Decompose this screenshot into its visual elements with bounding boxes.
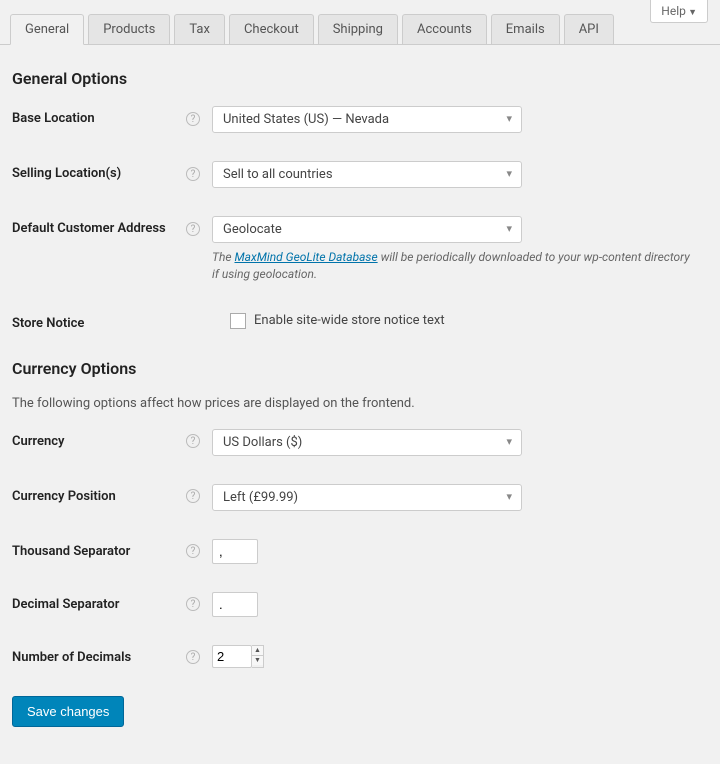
- number-of-decimals-label: Number of Decimals: [12, 650, 131, 665]
- help-tab[interactable]: Help: [650, 0, 708, 23]
- save-changes-button[interactable]: Save changes: [12, 696, 124, 727]
- maxmind-link[interactable]: MaxMind GeoLite Database: [234, 250, 377, 264]
- tab-products[interactable]: Products: [88, 14, 170, 44]
- store-notice-checkbox-label: Enable site-wide store notice text: [254, 313, 445, 328]
- currency-position-label: Currency Position: [12, 489, 116, 504]
- currency-options-description: The following options affect how prices …: [12, 396, 708, 411]
- spin-up-icon[interactable]: ▲: [252, 646, 263, 656]
- base-location-select[interactable]: United States (US) — Nevada: [212, 106, 522, 133]
- help-icon[interactable]: ?: [186, 222, 200, 236]
- decimal-separator-label: Decimal Separator: [12, 597, 119, 612]
- currency-select[interactable]: US Dollars ($): [212, 429, 522, 456]
- currency-position-select[interactable]: Left (£99.99): [212, 484, 522, 511]
- row-decimal-separator: Decimal Separator ?: [12, 592, 708, 617]
- selling-locations-select[interactable]: Sell to all countries: [212, 161, 522, 188]
- store-notice-checkbox[interactable]: [230, 313, 246, 329]
- spin-down-icon[interactable]: ▼: [252, 656, 263, 665]
- selling-locations-label: Selling Location(s): [12, 166, 121, 181]
- default-customer-address-select[interactable]: Geolocate: [212, 216, 522, 243]
- settings-content: General Options Base Location ? United S…: [0, 45, 720, 747]
- tab-api[interactable]: API: [564, 14, 614, 44]
- help-icon[interactable]: ?: [186, 489, 200, 503]
- decimal-separator-input[interactable]: [212, 592, 258, 617]
- row-currency: Currency ? US Dollars ($): [12, 429, 708, 456]
- help-icon[interactable]: ?: [186, 597, 200, 611]
- tab-tax[interactable]: Tax: [174, 14, 225, 44]
- tab-emails[interactable]: Emails: [491, 14, 560, 44]
- tab-accounts[interactable]: Accounts: [402, 14, 487, 44]
- row-number-of-decimals: Number of Decimals ? ▲ ▼: [12, 645, 708, 668]
- help-icon[interactable]: ?: [186, 434, 200, 448]
- number-of-decimals-input[interactable]: [212, 645, 252, 668]
- tab-checkout[interactable]: Checkout: [229, 14, 314, 44]
- row-store-notice: Store Notice Enable site-wide store noti…: [12, 311, 708, 331]
- row-thousand-separator: Thousand Separator ?: [12, 539, 708, 564]
- row-currency-position: Currency Position ? Left (£99.99): [12, 484, 708, 511]
- help-icon[interactable]: ?: [186, 167, 200, 181]
- help-icon[interactable]: ?: [186, 112, 200, 126]
- row-selling-locations: Selling Location(s) ? Sell to all countr…: [12, 161, 708, 188]
- currency-label: Currency: [12, 434, 64, 449]
- thousand-separator-input[interactable]: [212, 539, 258, 564]
- row-base-location: Base Location ? United States (US) — Nev…: [12, 106, 708, 133]
- thousand-separator-label: Thousand Separator: [12, 544, 130, 559]
- row-default-customer-address: Default Customer Address ? Geolocate The…: [12, 216, 708, 283]
- default-customer-address-label: Default Customer Address: [12, 221, 166, 236]
- currency-options-heading: Currency Options: [12, 359, 708, 378]
- number-spinner[interactable]: ▲ ▼: [252, 645, 264, 668]
- tab-general[interactable]: General: [10, 14, 84, 45]
- geolocate-hint: The MaxMind GeoLite Database will be per…: [212, 249, 692, 283]
- base-location-label: Base Location: [12, 111, 95, 126]
- general-options-heading: General Options: [12, 69, 708, 88]
- help-icon[interactable]: ?: [186, 650, 200, 664]
- store-notice-label: Store Notice: [12, 316, 84, 331]
- tab-shipping[interactable]: Shipping: [318, 14, 398, 44]
- help-icon[interactable]: ?: [186, 544, 200, 558]
- settings-tabs: General Products Tax Checkout Shipping A…: [0, 14, 720, 45]
